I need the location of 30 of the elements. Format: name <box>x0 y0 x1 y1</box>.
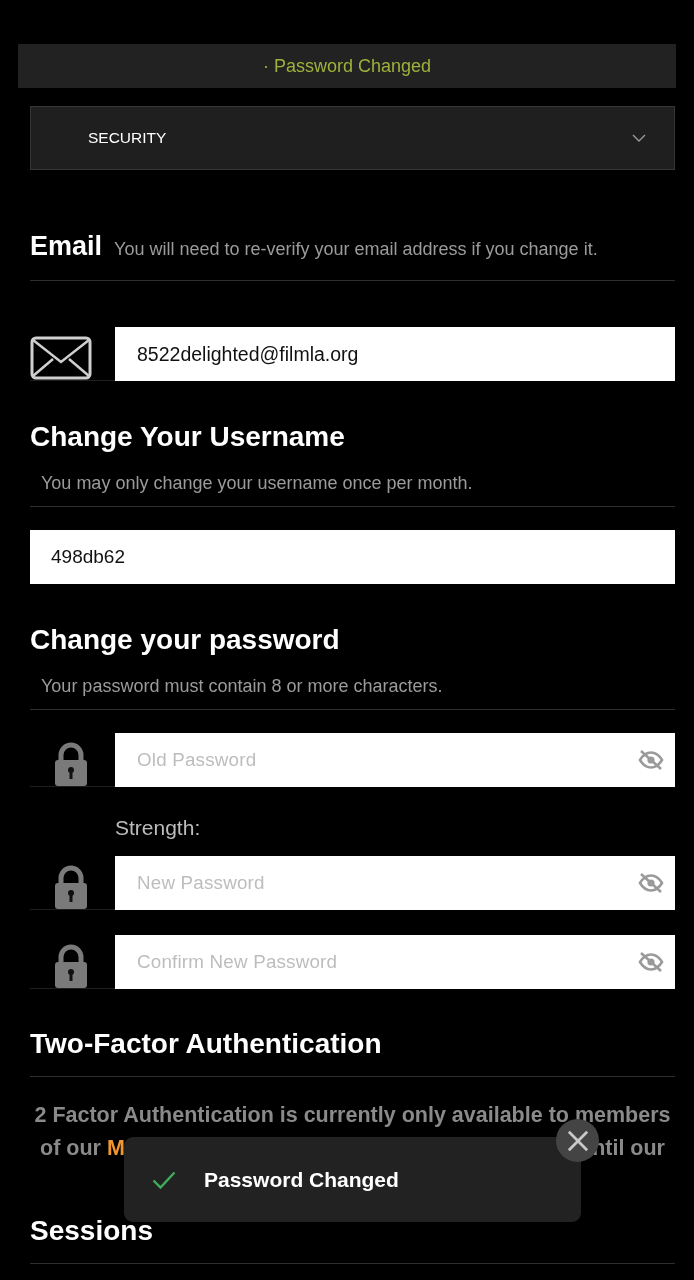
section-hint: You will need to re-verify your email address if you change it. <box>114 238 598 261</box>
two-factor-text: of our <box>40 1135 101 1162</box>
strength-label: Strength: <box>114 816 202 840</box>
password-input[interactable]: Old Password <box>115 733 675 787</box>
toast-message: Password Changed <box>204 1167 399 1192</box>
section-title: Sessions <box>30 1214 153 1248</box>
check-icon <box>152 1170 176 1189</box>
password-input[interactable]: Confirm New Password <box>115 935 675 989</box>
section-hint: You may only change your username once per month. <box>40 472 474 495</box>
close-icon <box>566 1129 589 1152</box>
section-dropdown[interactable]: SECURITY <box>30 106 675 170</box>
section-hint: Your password must contain 8 or more characters. <box>40 675 444 698</box>
section-title: Two-Factor Authentication <box>30 1027 382 1061</box>
eye-slash-icon[interactable] <box>638 951 664 973</box>
section-title: Change Your Username <box>30 420 345 454</box>
padlock-icon <box>54 943 87 988</box>
email-input[interactable]: 8522delighted@filmla.org <box>115 327 675 381</box>
membership-link[interactable]: M <box>106 1132 125 1165</box>
envelope-icon <box>30 335 92 380</box>
eye-slash-icon[interactable] <box>638 872 664 894</box>
banner-message: · Password Changed <box>262 55 432 77</box>
padlock-icon <box>54 864 87 909</box>
padlock-icon <box>54 741 87 786</box>
eye-slash-icon[interactable] <box>638 749 664 771</box>
two-factor-text: 2 Factor Authentication is currently only available to members <box>33 1102 672 1129</box>
password-input[interactable]: New Password <box>115 856 675 910</box>
section-title: Email <box>30 230 103 263</box>
chevron-down-icon <box>632 134 646 142</box>
section-title: Change your password <box>30 623 340 657</box>
username-input[interactable]: 498db62 <box>30 530 675 584</box>
